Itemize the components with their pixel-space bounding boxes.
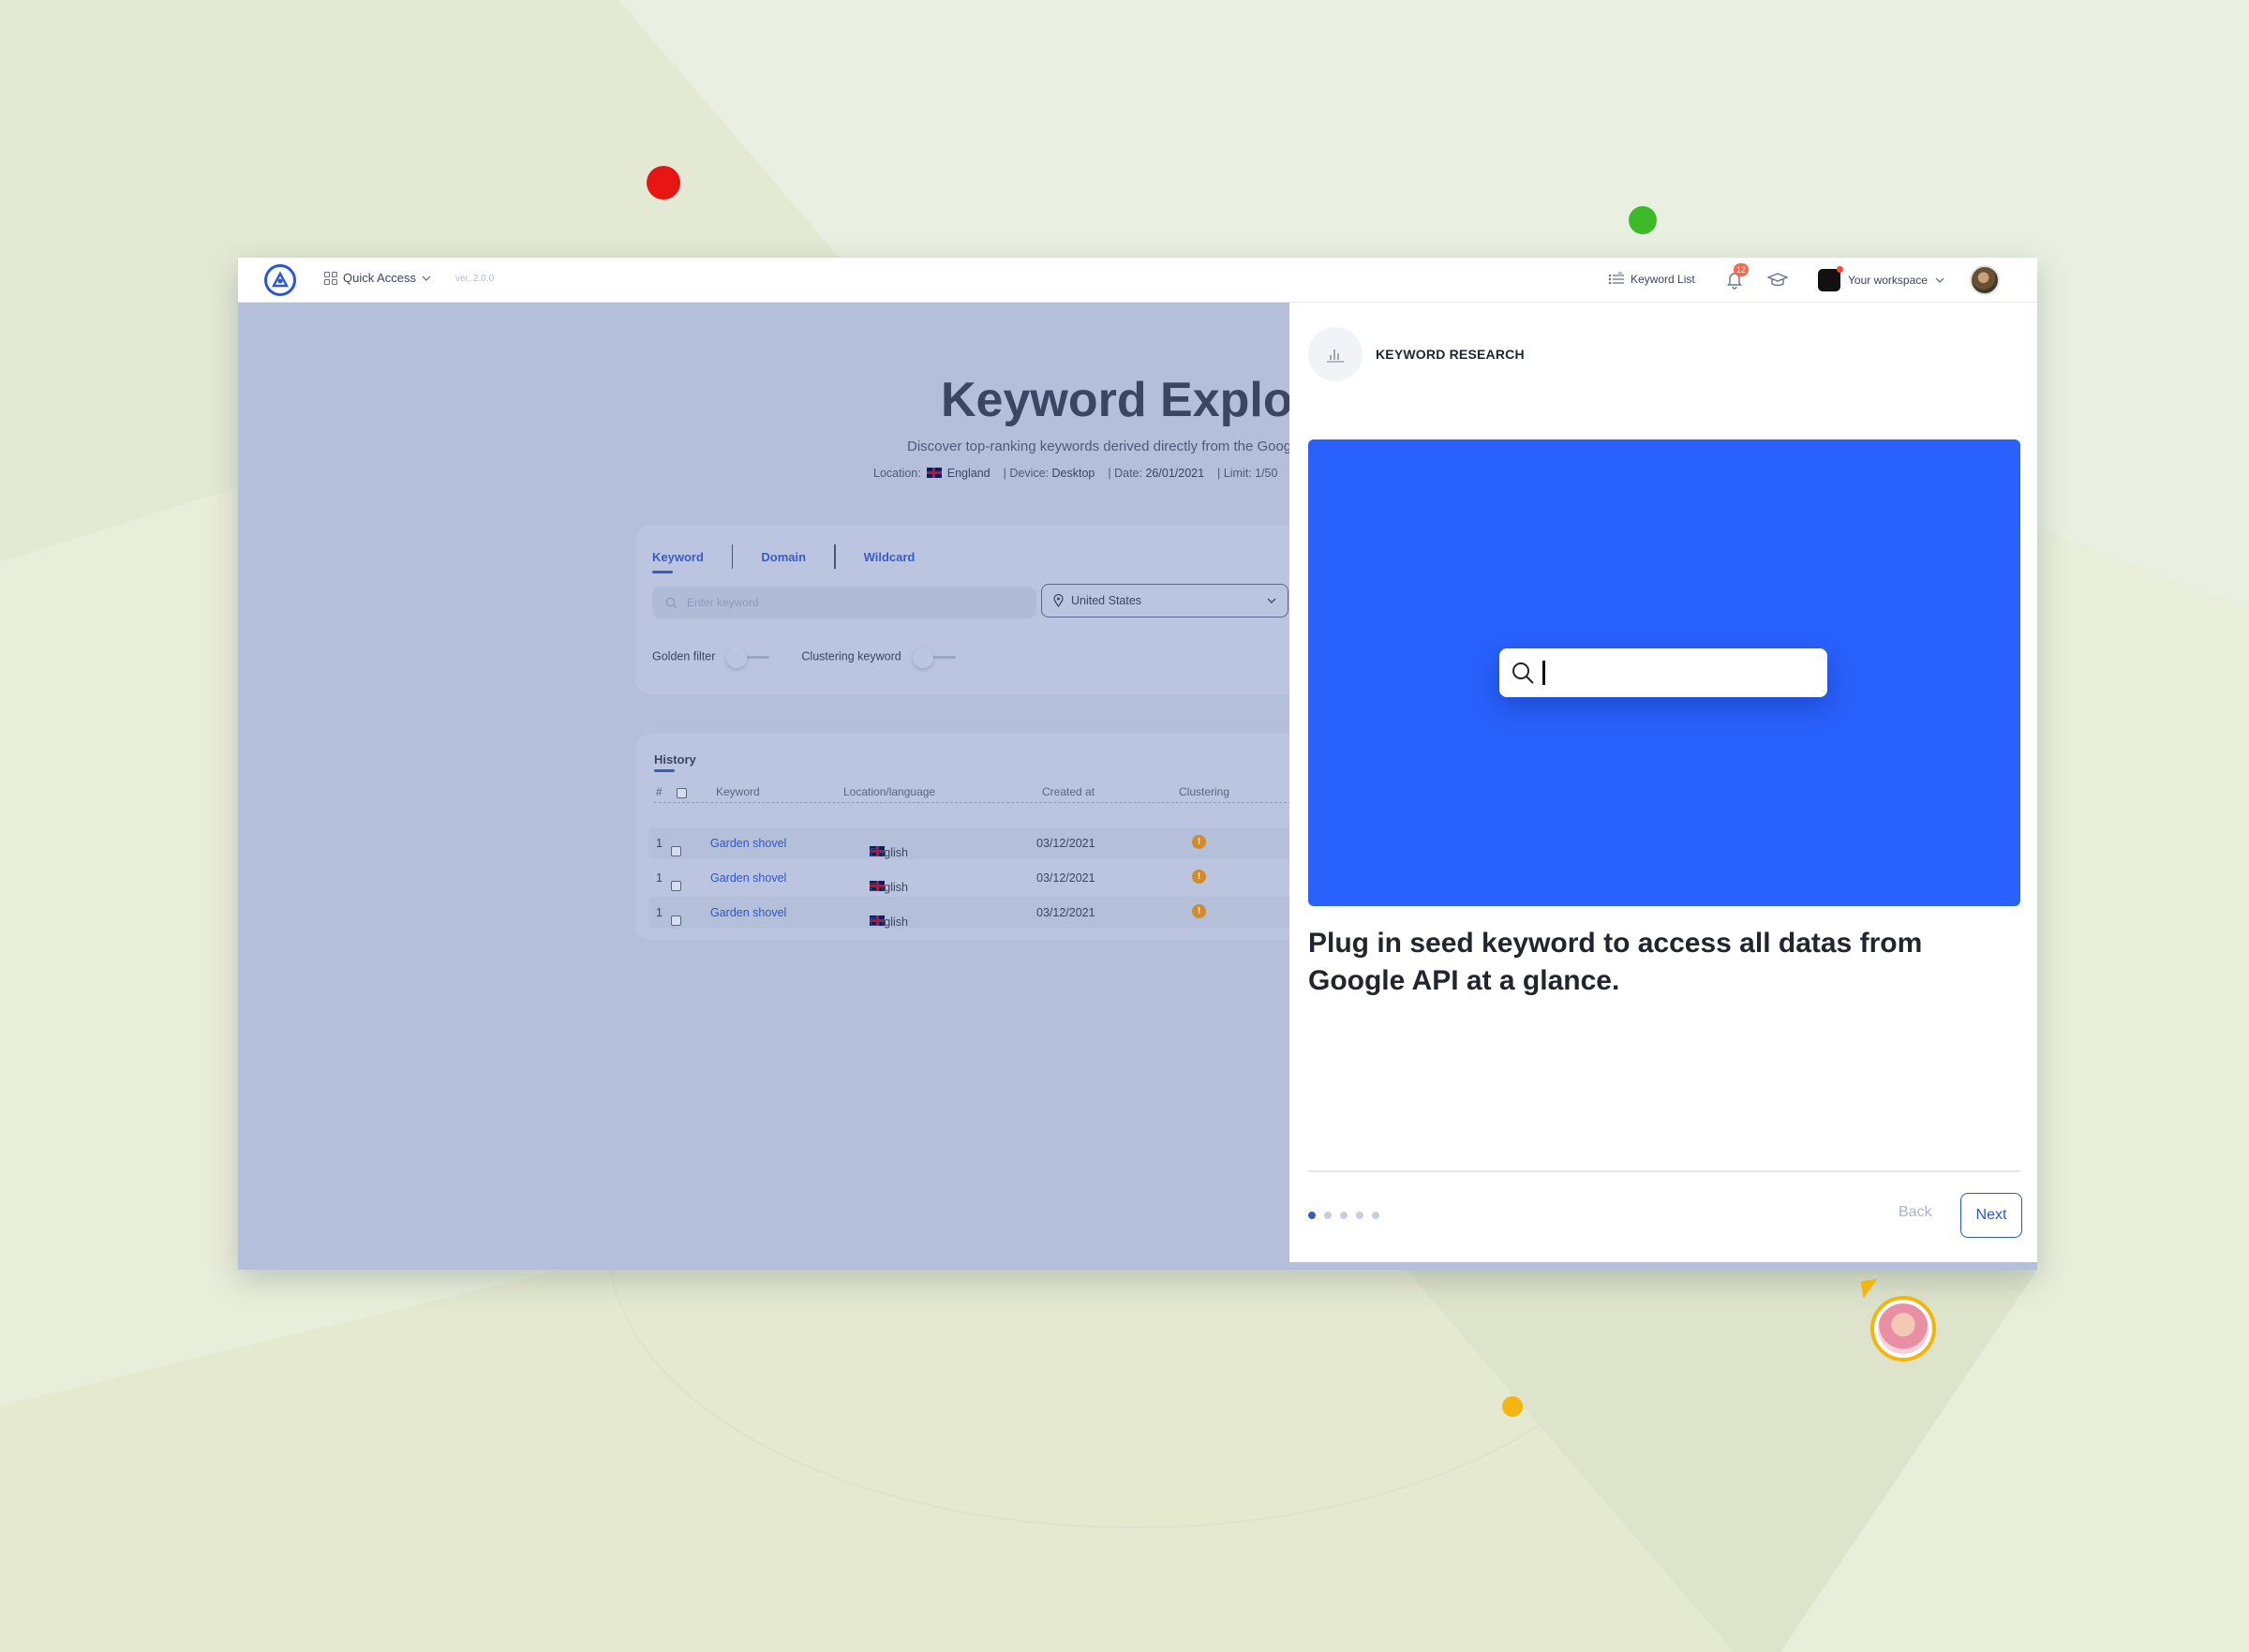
chevron-down-icon [1267, 598, 1276, 603]
meta-date: | Date: 26/01/2021 [1108, 467, 1205, 480]
keyword-input[interactable]: Enter keyword [652, 587, 1036, 618]
column-created: Created at [1042, 785, 1095, 798]
workspace-icon [1818, 266, 1843, 291]
golden-filter-toggle[interactable] [724, 647, 781, 668]
graduation-cap-icon[interactable] [1767, 271, 1788, 290]
table-row[interactable]: 1 Garden shovel English 03/12/2021 ! [648, 862, 1304, 894]
history-card: History # Keyword Location/language Crea… [635, 734, 1310, 940]
decor-dot-yellow [1502, 1396, 1523, 1417]
keyword-input-placeholder: Enter keyword [687, 596, 759, 609]
map-pin-icon [1053, 594, 1064, 607]
location-select-value: United States [1071, 594, 1142, 607]
keyword-list-button[interactable]: Keyword List [1608, 272, 1695, 287]
collaborator-avatar [1870, 1296, 1936, 1362]
history-table-header: # Keyword Location/language Created at C… [654, 782, 1291, 803]
keyword-list-label: Keyword List [1631, 273, 1695, 286]
main-content: Keyword Explor Discover top-ranking keyw… [238, 303, 1312, 1270]
row-keyword-link[interactable]: Garden shovel [710, 871, 786, 885]
clustering-toggle[interactable] [911, 647, 967, 668]
quick-access-label: Quick Access [343, 271, 417, 285]
quick-access-menu[interactable]: Quick Access [324, 271, 431, 285]
search-meta: Location: England | Device: Desktop | Dat… [873, 467, 1277, 480]
workspace-switcher[interactable]: Your workspace [1818, 266, 1944, 291]
meta-limit: | Limit: 1/50 [1217, 467, 1278, 480]
search-icon [665, 597, 678, 608]
warning-icon: ! [1192, 904, 1206, 918]
meta-device: | Device: Desktop [1003, 467, 1095, 480]
table-row[interactable]: 1 Garden shovel English 03/12/2021 ! [648, 897, 1304, 929]
uk-flag-icon [926, 468, 942, 478]
panel-divider [1308, 1170, 2020, 1172]
decor-dot-red [647, 166, 680, 200]
column-location: Location/language [843, 785, 936, 798]
next-button[interactable]: Next [1960, 1193, 2022, 1238]
column-clustering: Clustering [1179, 785, 1230, 798]
bar-chart-icon [1327, 350, 1344, 363]
history-title: History [654, 752, 696, 772]
row-created: 03/12/2021 [1036, 906, 1095, 919]
column-keyword: Keyword [716, 785, 760, 798]
grid-icon [324, 271, 337, 285]
notification-badge: 12 [1734, 263, 1749, 276]
panel-section-label: KEYWORD RESEARCH [1376, 347, 1525, 362]
warning-icon: ! [1192, 835, 1206, 849]
search-icon [1512, 662, 1534, 684]
row-created: 03/12/2021 [1036, 871, 1095, 885]
hero-search-box [1499, 648, 1827, 697]
compass-icon [271, 271, 290, 288]
chevron-down-icon [1935, 277, 1944, 283]
avatar-face [1878, 1303, 1929, 1354]
panel-icon-circle [1308, 327, 1363, 381]
page-subtitle: Discover top-ranking keywords derived di… [907, 439, 1292, 454]
hero-illustration [1308, 439, 2020, 906]
tab-domain[interactable]: Domain [733, 550, 834, 564]
meta-location: Location: England [873, 467, 990, 480]
app-window: Quick Access ver. 2.0.0 Keyword List 12 … [238, 258, 2037, 1270]
search-tabs: Keyword Domain Wildcard [652, 544, 944, 573]
page-title: Keyword Explor [941, 373, 1312, 427]
clustering-filter: Clustering keyword [801, 647, 967, 668]
app-logo[interactable] [264, 264, 296, 296]
row-created: 03/12/2021 [1036, 837, 1095, 850]
app-version: ver. 2.0.0 [455, 274, 495, 284]
search-filters: Golden filter Clustering keyword [652, 647, 967, 668]
table-row[interactable]: 1 Garden shovel English 03/12/2021 ! [648, 827, 1304, 859]
step-dot[interactable] [1340, 1212, 1348, 1219]
tab-keyword[interactable]: Keyword [652, 550, 732, 573]
text-cursor [1542, 661, 1545, 685]
golden-filter: Golden filter [652, 647, 781, 668]
step-dot[interactable] [1324, 1212, 1332, 1219]
onboarding-panel: KEYWORD RESEARCH Plug in seed keyword to… [1289, 303, 2037, 1262]
search-card: Keyword Domain Wildcard Enter keyword Un… [635, 526, 1310, 694]
step-dot[interactable] [1372, 1212, 1379, 1219]
step-dot[interactable] [1308, 1212, 1316, 1219]
row-keyword-link[interactable]: Garden shovel [710, 837, 786, 850]
step-dot[interactable] [1356, 1212, 1363, 1219]
step-indicator [1308, 1212, 1379, 1219]
location-select[interactable]: United States [1041, 584, 1288, 618]
tab-wildcard[interactable]: Wildcard [836, 550, 944, 564]
user-avatar[interactable] [1970, 265, 2000, 295]
cursor-pointer-icon [1860, 1278, 1881, 1299]
panel-header: KEYWORD RESEARCH [1308, 327, 1525, 381]
decor-dot-green [1629, 206, 1657, 234]
top-bar: Quick Access ver. 2.0.0 Keyword List 12 … [238, 258, 2037, 303]
warning-icon: ! [1192, 870, 1206, 884]
chevron-down-icon [422, 275, 431, 281]
row-keyword-link[interactable]: Garden shovel [710, 906, 786, 919]
workspace-label: Your workspace [1848, 274, 1928, 287]
back-button[interactable]: Back [1899, 1204, 1932, 1221]
list-icon [1608, 272, 1624, 285]
panel-description: Plug in seed keyword to access all datas… [1308, 928, 1923, 996]
column-index: # [656, 785, 663, 798]
